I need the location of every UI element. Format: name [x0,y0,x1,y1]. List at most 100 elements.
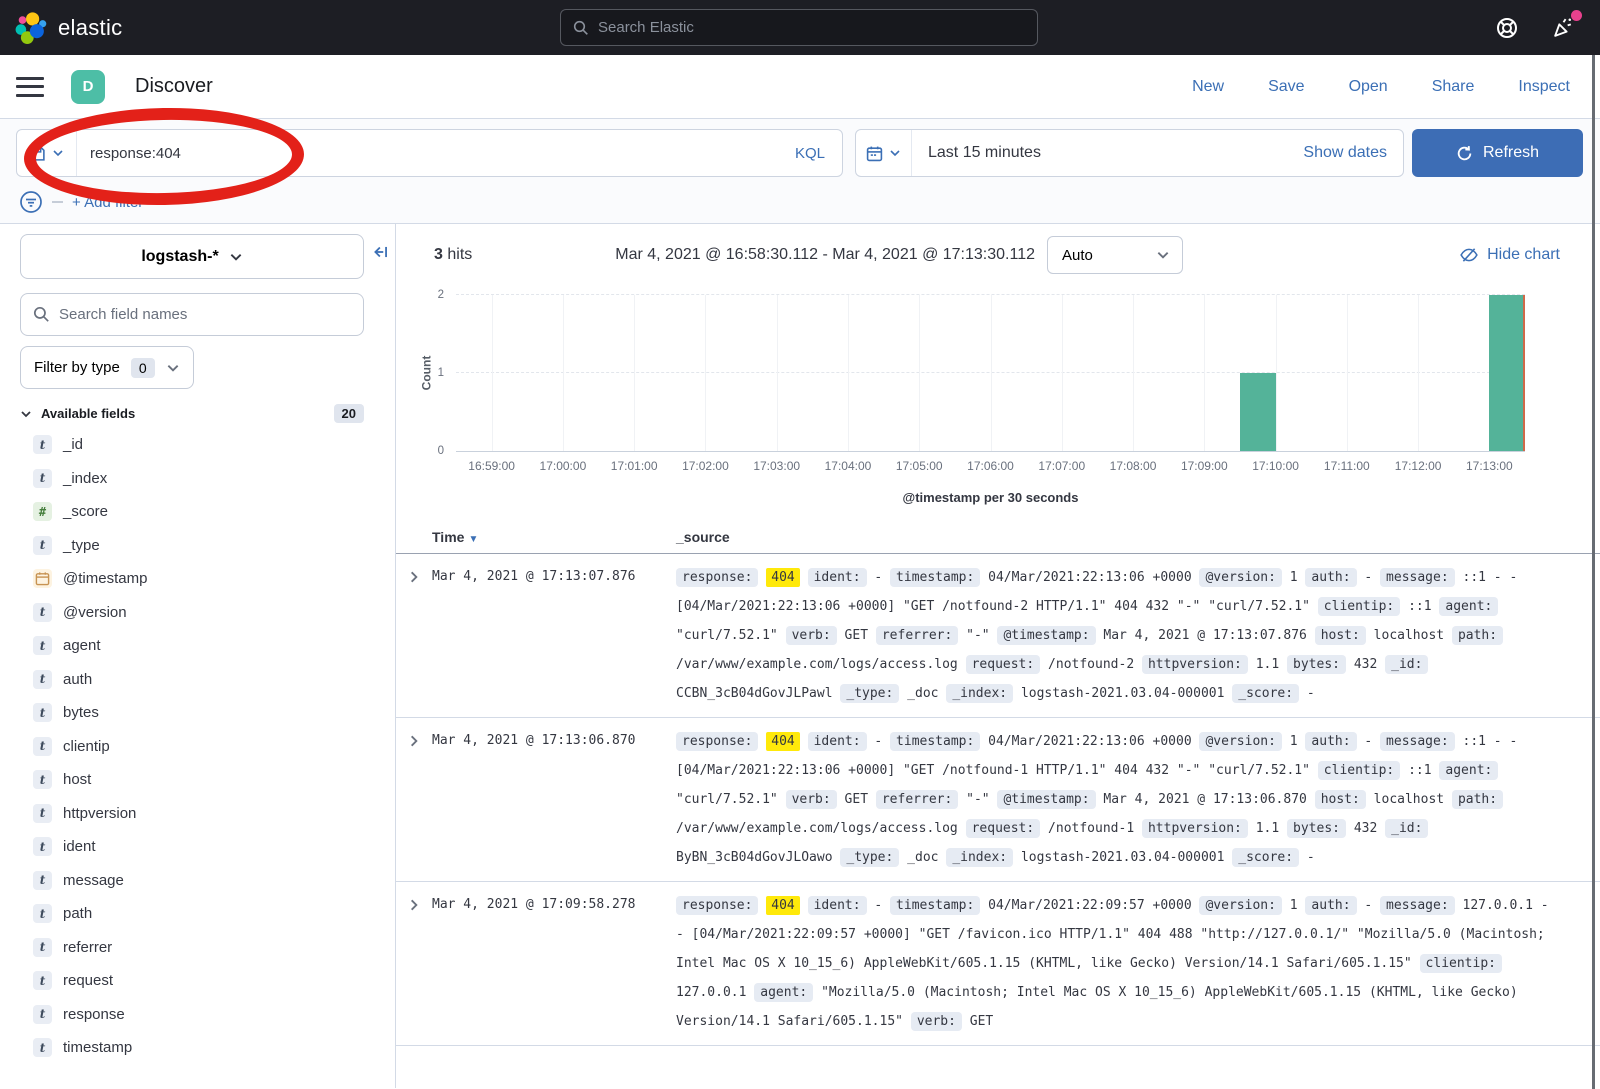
field-item-_type[interactable]: t_type [20,529,364,563]
field-name: _score [63,503,108,520]
interval-select[interactable]: Auto [1047,236,1183,274]
field-value: 04/Mar/2021:22:13:06 +0000 [988,570,1192,585]
query-language-badge[interactable]: KQL [778,145,842,162]
field-search[interactable] [20,293,364,336]
field-item-httpversion[interactable]: thttpversion [20,797,364,831]
expand-row-icon[interactable] [396,727,432,872]
hide-chart-button[interactable]: Hide chart [1460,246,1560,264]
row-time: Mar 4, 2021 @ 17:13:07.876 [432,563,676,708]
newsfeed-icon[interactable] [1550,15,1576,41]
field-type-string-icon: t [33,1005,52,1024]
histogram-bar[interactable] [1240,373,1276,451]
search-icon [573,20,589,36]
field-name: auth [63,671,92,688]
expand-row-icon[interactable] [396,891,432,1036]
scrollbar[interactable] [1592,55,1595,1089]
show-dates-button[interactable]: Show dates [1303,144,1403,162]
filter-divider [52,201,63,203]
elastic-logo-icon [14,11,48,45]
chevron-down-icon [1156,248,1170,262]
field-item-@timestamp[interactable]: @timestamp [20,562,364,596]
elastic-logo[interactable]: elastic [14,11,122,45]
field-pill: auth: [1305,896,1356,915]
field-item-message[interactable]: tmessage [20,864,364,898]
query-input[interactable] [77,145,778,162]
add-filter-button[interactable]: + Add filter [72,194,143,211]
field-name: httpversion [63,805,136,822]
chevron-down-icon [20,408,32,420]
field-name: clientip [63,738,110,755]
field-pill: @version: [1199,568,1281,587]
field-search-input[interactable] [59,306,351,323]
help-icon[interactable] [1494,15,1520,41]
field-pill: verb: [786,790,837,809]
chevron-down-icon [889,147,901,159]
field-item-_id[interactable]: t_id [20,428,364,462]
field-name: path [63,905,92,922]
field-pill: _index: [946,684,1013,703]
collapse-sidebar-icon[interactable] [372,243,390,264]
field-pill: timestamp: [890,732,980,751]
field-item-timestamp[interactable]: ttimestamp [20,1031,364,1065]
field-pill: _index: [946,848,1013,867]
field-item-bytes[interactable]: tbytes [20,696,364,730]
field-item-host[interactable]: thost [20,763,364,797]
field-item-@version[interactable]: t@version [20,596,364,630]
saved-query-menu-button[interactable] [17,130,77,176]
row-source: response: 404 ident: - timestamp: 04/Mar… [676,891,1560,1036]
global-search[interactable] [560,9,1038,46]
page-title: Discover [135,75,213,98]
row-time: Mar 4, 2021 @ 17:09:58.278 [432,891,676,1036]
field-item-_index[interactable]: t_index [20,462,364,496]
filter-by-type-label: Filter by type [34,359,120,376]
field-value: 432 [1354,821,1377,836]
field-item-referrer[interactable]: treferrer [20,931,364,965]
field-item-request[interactable]: trequest [20,964,364,998]
field-item-path[interactable]: tpath [20,897,364,931]
column-time[interactable]: Time▼ [432,529,676,545]
available-fields-label: Available fields [41,406,135,421]
discover-app-badge[interactable]: D [71,70,105,104]
field-value: 1 [1290,734,1298,749]
time-range-display[interactable]: Last 15 minutes [912,144,1041,162]
histogram-bar[interactable] [1489,295,1525,451]
header-action-new[interactable]: New [1192,78,1224,96]
index-pattern-select[interactable]: logstash-* [20,234,364,279]
field-item-response[interactable]: tresponse [20,998,364,1032]
histogram-chart[interactable]: Count 012 [456,295,1525,452]
field-item-ident[interactable]: tident [20,830,364,864]
field-pill: _id: [1385,655,1428,674]
x-tick: 17:03:00 [753,459,800,473]
field-pill: _score: [1232,684,1299,703]
field-value: /notfound-1 [1048,821,1134,836]
field-pill: _type: [840,684,899,703]
field-value: CCBN_3cB04dGovJLPawl [676,686,833,701]
table-header: Time▼ _source [396,521,1600,554]
header-action-share[interactable]: Share [1432,78,1475,96]
global-search-input[interactable] [598,19,1025,36]
header-action-open[interactable]: Open [1349,78,1388,96]
header-action-inspect[interactable]: Inspect [1518,78,1570,96]
x-tick: 17:12:00 [1395,459,1442,473]
field-item-_score[interactable]: #_score [20,495,364,529]
field-type-string-icon: t [33,636,52,655]
field-item-auth[interactable]: tauth [20,663,364,697]
field-name: @timestamp [63,570,147,587]
filter-menu-icon[interactable] [19,190,43,214]
field-pill: path: [1452,626,1503,645]
field-pill: timestamp: [890,896,980,915]
table-row: Mar 4, 2021 @ 17:13:06.870response: 404 … [396,718,1600,882]
field-item-agent[interactable]: tagent [20,629,364,663]
highlighted-value: 404 [766,568,799,587]
menu-icon[interactable] [16,77,44,97]
expand-row-icon[interactable] [396,563,432,708]
refresh-button[interactable]: Refresh [1412,129,1583,177]
header-action-save[interactable]: Save [1268,78,1304,96]
field-type-string-icon: t [33,737,52,756]
field-item-clientip[interactable]: t clientip [20,730,364,764]
x-tick: 17:09:00 [1181,459,1228,473]
available-fields-header[interactable]: Available fields 20 [20,404,364,423]
calendar-menu-button[interactable] [856,130,912,176]
chevron-down-icon [166,361,180,375]
filter-by-type-select[interactable]: Filter by type 0 [20,346,194,389]
